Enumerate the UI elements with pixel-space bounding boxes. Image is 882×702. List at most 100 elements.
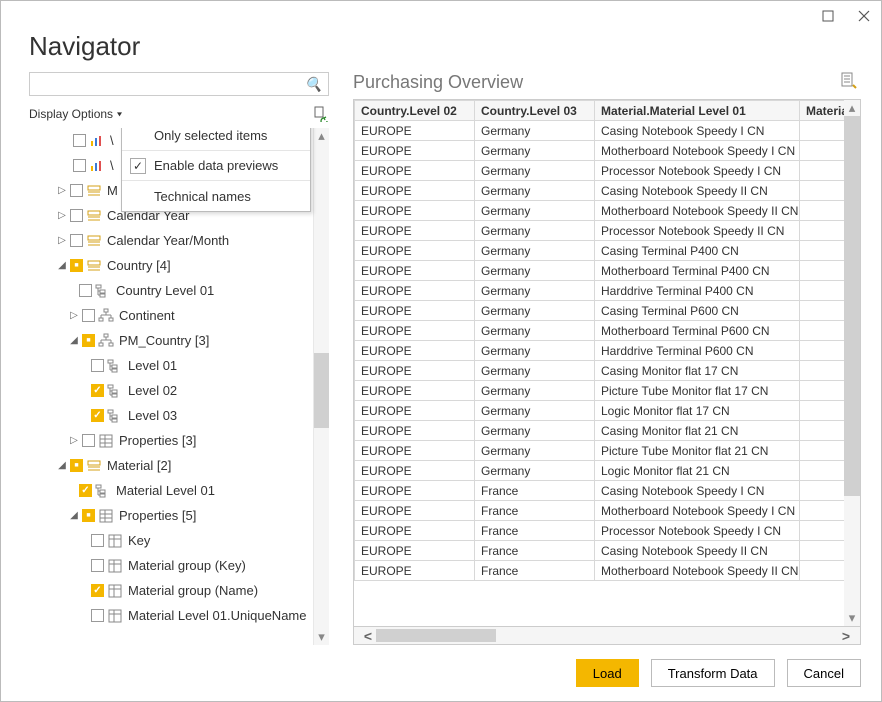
checkbox[interactable]	[91, 534, 104, 547]
collapse-icon[interactable]: ◢	[57, 260, 67, 271]
search-box[interactable]: 🔍	[29, 72, 329, 96]
tree-row-level03[interactable]: Level 03	[29, 403, 313, 428]
tree-row-calendar-year-month[interactable]: ▷ Calendar Year/Month	[29, 228, 313, 253]
scroll-thumb[interactable]	[314, 353, 329, 428]
checkbox[interactable]	[91, 559, 104, 572]
table-row[interactable]: EUROPEGermanyCasing Terminal P600 CN	[355, 301, 845, 321]
checkbox-checked[interactable]	[91, 409, 104, 422]
tree-row-level01[interactable]: Level 01	[29, 353, 313, 378]
table-row[interactable]: EUROPEGermanyCasing Notebook Speedy II C…	[355, 181, 845, 201]
tree-row-properties5[interactable]: ◢ Properties [5]	[29, 503, 313, 528]
scroll-left-icon[interactable]: <	[358, 627, 378, 644]
scroll-thumb[interactable]	[844, 116, 860, 496]
checkbox[interactable]	[70, 184, 83, 197]
col-material-partial[interactable]: Material	[800, 101, 845, 121]
checkbox[interactable]	[82, 309, 95, 322]
table-row[interactable]: EUROPEGermanyProcessor Notebook Speedy I…	[355, 221, 845, 241]
expand-icon[interactable]: ▷	[69, 310, 79, 321]
tree-row-country-level01[interactable]: Country Level 01	[29, 278, 313, 303]
checkbox-checked[interactable]	[91, 584, 104, 597]
checkbox-selected[interactable]	[70, 459, 83, 472]
checkbox[interactable]	[70, 234, 83, 247]
table-row[interactable]: EUROPEFranceProcessor Notebook Speedy I …	[355, 521, 845, 541]
search-icon[interactable]: 🔍	[305, 76, 324, 93]
tree-row-material-group-name[interactable]: Material group (Name)	[29, 578, 313, 603]
tree-row-material-unique[interactable]: Material Level 01.UniqueName	[29, 603, 313, 628]
scroll-down-icon[interactable]: ▾	[314, 629, 329, 645]
tree-row-material-group-key[interactable]: Material group (Key)	[29, 553, 313, 578]
checkbox-checked[interactable]	[91, 384, 104, 397]
grid-vertical-scrollbar[interactable]: ▴ ▾	[844, 100, 860, 626]
checkbox-checked[interactable]	[79, 484, 92, 497]
col-material-l1[interactable]: Material.Material Level 01	[595, 101, 800, 121]
transform-data-button[interactable]: Transform Data	[651, 659, 775, 687]
grid-horizontal-scrollbar[interactable]: < >	[353, 627, 861, 645]
expand-icon[interactable]: ▷	[57, 235, 67, 246]
table-row[interactable]: EUROPEGermanyCasing Terminal P400 CN	[355, 241, 845, 261]
tree-row-pm-country[interactable]: ◢ PM_Country [3]	[29, 328, 313, 353]
table-row[interactable]: EUROPEGermanyPicture Tube Monitor flat 2…	[355, 441, 845, 461]
tree-row-continent[interactable]: ▷ Continent	[29, 303, 313, 328]
cancel-button[interactable]: Cancel	[787, 659, 861, 687]
load-button[interactable]: Load	[576, 659, 639, 687]
checkbox-selected[interactable]	[82, 509, 95, 522]
search-input[interactable]	[34, 77, 305, 92]
table-row[interactable]: EUROPEGermanyLogic Monitor flat 17 CN	[355, 401, 845, 421]
tree-row-country[interactable]: ◢ Country [4]	[29, 253, 313, 278]
collapse-icon[interactable]: ◢	[57, 460, 67, 471]
grid-body[interactable]: Country.Level 02 Country.Level 03 Materi…	[354, 100, 844, 626]
checkbox[interactable]	[73, 134, 86, 147]
tree-row-properties3[interactable]: ▷ Properties [3]	[29, 428, 313, 453]
table-row[interactable]: EUROPEGermanyHarddrive Terminal P600 CN	[355, 341, 845, 361]
table-row[interactable]: EUROPEGermanyMotherboard Notebook Speedy…	[355, 201, 845, 221]
checkbox[interactable]	[82, 434, 95, 447]
table-row[interactable]: EUROPEGermanyMotherboard Terminal P600 C…	[355, 321, 845, 341]
col-country-l2[interactable]: Country.Level 02	[355, 101, 475, 121]
scroll-right-icon[interactable]: >	[836, 627, 856, 644]
table-row[interactable]: EUROPEGermanyProcessor Notebook Speedy I…	[355, 161, 845, 181]
options-icon[interactable]	[839, 72, 857, 93]
checkbox-selected[interactable]	[82, 334, 95, 347]
table-row[interactable]: EUROPEGermanyMotherboard Notebook Speedy…	[355, 141, 845, 161]
checkbox[interactable]	[91, 609, 104, 622]
table-row[interactable]: EUROPEFranceCasing Notebook Speedy II CN	[355, 541, 845, 561]
tree-row-material[interactable]: ◢ Material [2]	[29, 453, 313, 478]
scroll-up-icon[interactable]: ▴	[844, 100, 860, 116]
menu-enable-previews[interactable]: Enable data previews	[122, 151, 310, 181]
table-row[interactable]: EUROPEGermanyPicture Tube Monitor flat 1…	[355, 381, 845, 401]
close-button[interactable]	[853, 5, 875, 27]
refresh-icon[interactable]	[313, 106, 329, 122]
col-country-l3[interactable]: Country.Level 03	[475, 101, 595, 121]
tree-scrollbar[interactable]: ▴ ▾	[313, 128, 329, 645]
menu-only-selected[interactable]: Only selected items	[122, 128, 310, 151]
tree-row-level02[interactable]: Level 02	[29, 378, 313, 403]
table-row[interactable]: EUROPEGermanyMotherboard Terminal P400 C…	[355, 261, 845, 281]
tree-row-material-level01[interactable]: Material Level 01	[29, 478, 313, 503]
table-row[interactable]: EUROPEGermanyCasing Notebook Speedy I CN	[355, 121, 845, 141]
menu-technical-names[interactable]: Technical names	[122, 181, 310, 211]
table-row[interactable]: EUROPEGermanyCasing Monitor flat 17 CN	[355, 361, 845, 381]
expand-icon[interactable]: ▷	[69, 435, 79, 446]
checkbox[interactable]	[73, 159, 86, 172]
table-row[interactable]: EUROPEFranceMotherboard Notebook Speedy …	[355, 501, 845, 521]
table-row[interactable]: EUROPEGermanyLogic Monitor flat 21 CN	[355, 461, 845, 481]
table-row[interactable]: EUROPEFranceCasing Notebook Speedy I CN	[355, 481, 845, 501]
checkbox-selected[interactable]	[70, 259, 83, 272]
collapse-icon[interactable]: ◢	[69, 335, 79, 346]
scroll-up-icon[interactable]: ▴	[314, 128, 329, 144]
table-row[interactable]: EUROPEGermanyCasing Monitor flat 21 CN	[355, 421, 845, 441]
scroll-down-icon[interactable]: ▾	[844, 610, 860, 626]
collapse-icon[interactable]: ◢	[69, 510, 79, 521]
scroll-thumb[interactable]	[376, 629, 496, 642]
checkbox[interactable]	[70, 209, 83, 222]
table-row[interactable]: EUROPEFranceMotherboard Notebook Speedy …	[355, 561, 845, 581]
expand-icon[interactable]: ▷	[57, 185, 67, 196]
checkbox[interactable]	[79, 284, 92, 297]
table-cell: France	[475, 541, 595, 561]
expand-icon[interactable]: ▷	[57, 210, 67, 221]
table-row[interactable]: EUROPEGermanyHarddrive Terminal P400 CN	[355, 281, 845, 301]
checkbox[interactable]	[91, 359, 104, 372]
display-options-link[interactable]: Display Options ▾	[29, 107, 122, 121]
tree-row-key[interactable]: Key	[29, 528, 313, 553]
maximize-button[interactable]	[817, 5, 839, 27]
